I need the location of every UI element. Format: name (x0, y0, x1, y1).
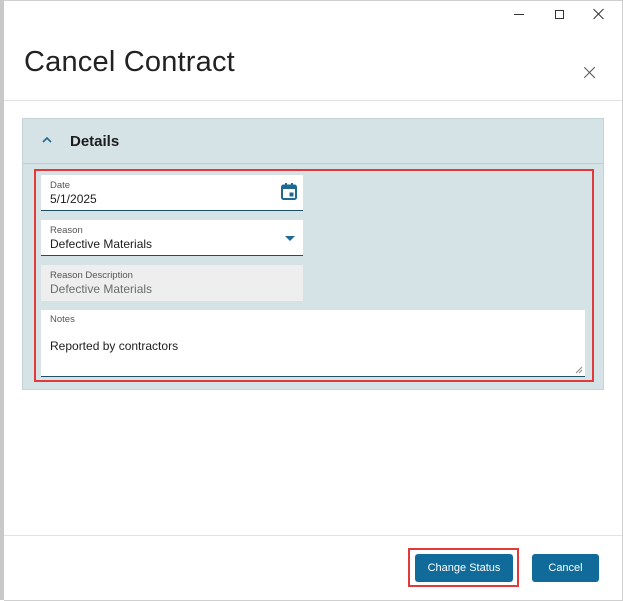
window-close-button[interactable] (577, 2, 621, 26)
dialog-close-button[interactable] (580, 62, 600, 82)
button-highlight-box (408, 548, 519, 587)
footer-divider (4, 535, 622, 536)
close-icon (584, 66, 596, 78)
minimize-icon (514, 13, 524, 15)
form-highlight-box (34, 169, 594, 382)
maximize-icon (554, 9, 564, 19)
details-section-header[interactable]: Details (23, 119, 603, 164)
chevron-up-icon (42, 136, 52, 143)
cancel-button[interactable]: Cancel (532, 554, 599, 582)
details-section-title: Details (70, 133, 120, 150)
close-icon (593, 8, 605, 20)
title-divider (4, 100, 622, 101)
maximize-button[interactable] (537, 2, 581, 26)
minimize-button[interactable] (497, 2, 541, 26)
dialog-title: Cancel Contract (24, 46, 235, 78)
